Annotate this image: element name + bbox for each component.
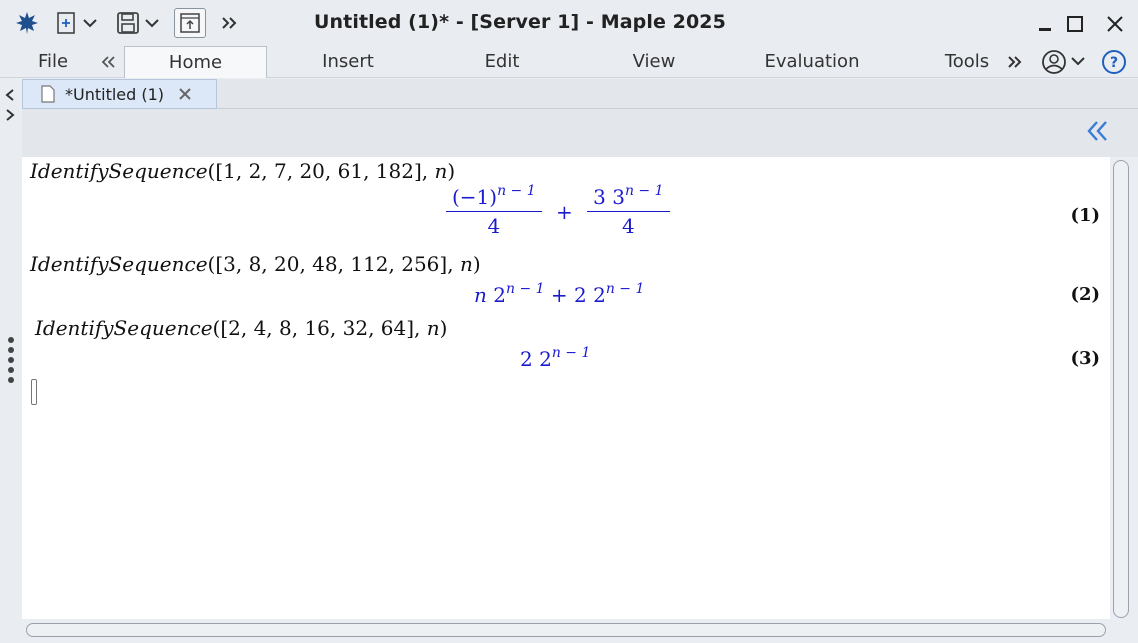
output-1-den-2: 4 bbox=[621, 214, 635, 238]
account-icon[interactable] bbox=[1038, 46, 1090, 78]
collapse-palettes-icon[interactable] bbox=[1086, 119, 1110, 147]
collapse-left-icon[interactable] bbox=[96, 46, 120, 78]
menu-file[interactable]: File bbox=[26, 46, 80, 78]
close-tab-icon[interactable] bbox=[178, 87, 192, 101]
chevron-right-icon[interactable] bbox=[4, 107, 16, 126]
input-variable: n bbox=[459, 252, 473, 276]
input-function: IdentifySequence bbox=[30, 252, 208, 276]
document-icon bbox=[41, 85, 55, 103]
output-1-fraction-2: 3 3n − 1 4 bbox=[587, 183, 670, 238]
window-title: Untitled (1)* - [Server 1] - Maple 2025 bbox=[314, 11, 726, 33]
tab-insert[interactable]: Insert bbox=[300, 46, 396, 78]
input-variable: n bbox=[426, 316, 440, 340]
output-3-base: 2 2 bbox=[520, 347, 552, 371]
ribbon-tabs: File Home Insert Edit View Evaluation To… bbox=[0, 46, 1138, 78]
palette-bar bbox=[22, 109, 1138, 157]
output-3: 2 2n − 1 bbox=[520, 345, 591, 371]
input-args: ([1, 2, 7, 20, 61, 182], bbox=[207, 159, 435, 183]
output-1-num-2: 3 3 bbox=[593, 185, 625, 209]
input-close: ) bbox=[439, 316, 448, 340]
left-side-strip bbox=[0, 79, 22, 643]
output-2-exp-2: n − 1 bbox=[605, 281, 645, 297]
document-tab-label: *Untitled (1) bbox=[65, 84, 165, 104]
input-line-1[interactable]: IdentifySequence([1, 2, 7, 20, 61, 182],… bbox=[30, 159, 455, 183]
input-function: IdentifySequence bbox=[35, 316, 213, 340]
output-2-plus: + 2 2 bbox=[544, 283, 606, 307]
document-tab[interactable]: *Untitled (1) bbox=[22, 79, 217, 109]
input-function: IdentifySequence bbox=[30, 159, 208, 183]
output-2: n 2n − 1 + 2 2n − 1 bbox=[474, 281, 645, 307]
output-1-exp-2: n − 1 bbox=[624, 183, 664, 199]
output-1-plus: + bbox=[556, 199, 573, 224]
input-line-2[interactable]: IdentifySequence([3, 8, 20, 48, 112, 256… bbox=[30, 252, 481, 276]
tab-view[interactable]: View bbox=[610, 46, 698, 78]
output-1-fraction-1: (−1)n − 1 4 bbox=[446, 183, 542, 238]
output-1-num-1: (−1) bbox=[452, 185, 498, 209]
worksheet[interactable]: IdentifySequence([1, 2, 7, 20, 61, 182],… bbox=[22, 157, 1110, 619]
chevron-left-icon[interactable] bbox=[4, 87, 16, 106]
tab-edit[interactable]: Edit bbox=[460, 46, 544, 78]
horizontal-scrollbar[interactable] bbox=[26, 623, 1106, 637]
svg-text:?: ? bbox=[1110, 55, 1118, 71]
input-close: ) bbox=[472, 252, 481, 276]
maximize-button[interactable] bbox=[1060, 10, 1090, 38]
output-2-exp-1: n − 1 bbox=[505, 281, 545, 297]
input-args: ([2, 4, 8, 16, 32, 64], bbox=[212, 316, 427, 340]
equation-label-2: (2) bbox=[1070, 284, 1100, 305]
tab-home[interactable]: Home bbox=[124, 46, 267, 78]
input-cursor[interactable] bbox=[31, 379, 37, 405]
help-icon[interactable]: ? bbox=[1100, 46, 1128, 78]
equation-label-3: (3) bbox=[1070, 348, 1100, 369]
minimize-button[interactable] bbox=[1030, 10, 1060, 38]
drag-handle-icon[interactable] bbox=[6, 335, 16, 389]
output-3-exp: n − 1 bbox=[551, 345, 591, 361]
more-tabs-icon[interactable] bbox=[1004, 46, 1026, 78]
output-2-base: 2 bbox=[486, 283, 506, 307]
equation-label-1: (1) bbox=[1070, 205, 1100, 226]
output-2-coef: n bbox=[474, 283, 487, 307]
document-tab-bar: *Untitled (1) bbox=[22, 79, 1138, 109]
input-line-3[interactable]: IdentifySequence([2, 4, 8, 16, 32, 64], … bbox=[35, 316, 447, 340]
output-1-den-1: 4 bbox=[487, 214, 501, 238]
input-args: ([3, 8, 20, 48, 112, 256], bbox=[207, 252, 460, 276]
vertical-scrollbar[interactable] bbox=[1113, 160, 1129, 618]
output-1-exp-1: n − 1 bbox=[497, 183, 536, 199]
input-close: ) bbox=[447, 159, 456, 183]
title-bar: Untitled (1)* - [Server 1] - Maple 2025 bbox=[0, 0, 1138, 46]
input-variable: n bbox=[434, 159, 448, 183]
tab-tools[interactable]: Tools bbox=[932, 46, 1002, 78]
output-1: (−1)n − 1 4 + 3 3n − 1 4 bbox=[446, 183, 670, 238]
close-button[interactable] bbox=[1100, 10, 1130, 38]
tab-evaluation[interactable]: Evaluation bbox=[752, 46, 872, 78]
